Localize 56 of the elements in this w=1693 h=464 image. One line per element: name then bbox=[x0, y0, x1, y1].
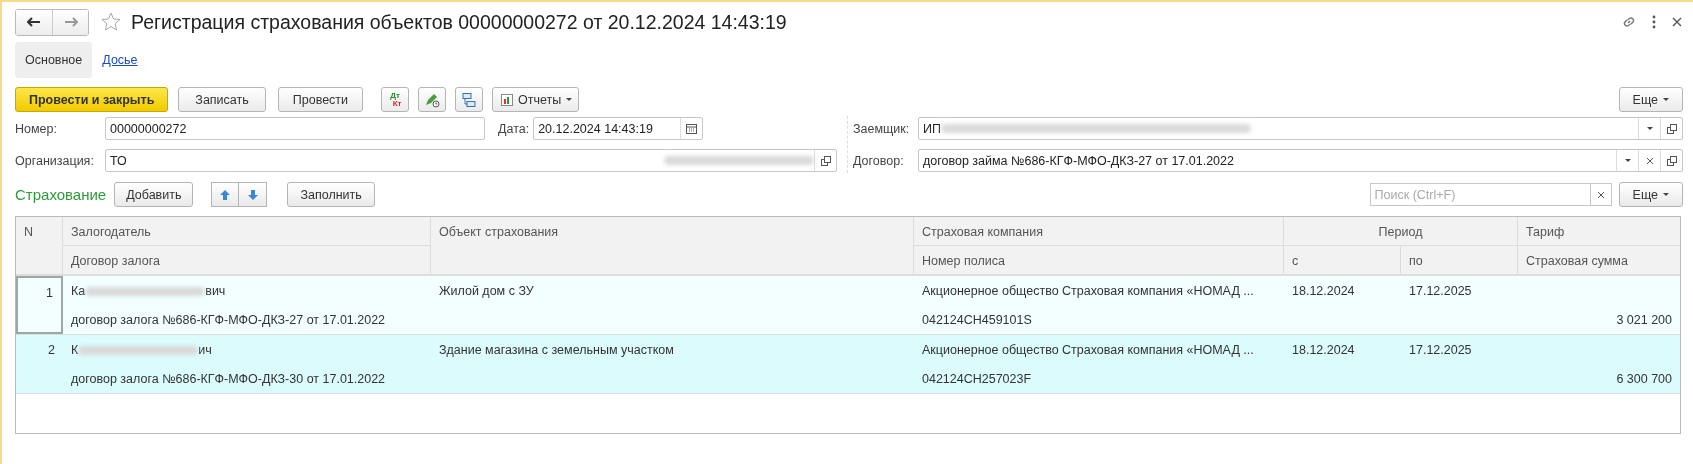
tab[interactable]: Досье bbox=[92, 42, 148, 78]
table-cell: 1 bbox=[16, 276, 63, 334]
window-title: Регистрация страхования объектов 00000000272 от 20.12.2024 14:43:19 bbox=[131, 10, 787, 34]
field-label: Дата: bbox=[498, 121, 530, 136]
column-header: Период bbox=[1284, 217, 1518, 246]
field-label: Номер: bbox=[15, 121, 58, 136]
add-button[interactable]: Добавить bbox=[114, 182, 194, 207]
borrower-field[interactable]: ИП bbox=[918, 117, 1683, 140]
field-label: Заемщик: bbox=[853, 121, 911, 136]
toolbar-button[interactable]: Провести bbox=[277, 87, 364, 112]
table-cell-text: 18.12.2024 bbox=[1291, 283, 1356, 300]
table-cell: Ка bbox=[71, 284, 86, 298]
number-field[interactable]: 00000000272 bbox=[105, 117, 485, 140]
column-header: N bbox=[16, 217, 63, 275]
organization-field[interactable]: ТО bbox=[105, 149, 837, 172]
column-header: Объект страхования bbox=[431, 217, 914, 275]
table-cell-text: 6 300 700 bbox=[1615, 371, 1673, 388]
table-cell-text: Акционерное общество Страховая компания «НОМАД ... bbox=[921, 283, 1255, 300]
reports-button[interactable]: Отчеты bbox=[492, 87, 580, 112]
search-field[interactable]: Поиск (Ctrl+F) bbox=[1369, 183, 1591, 206]
more-button[interactable]: Еще bbox=[1618, 182, 1683, 207]
column-header: Номер полиса bbox=[914, 246, 1284, 275]
field-label: Договор: bbox=[853, 153, 905, 168]
table-cell-text: договор залога №686-КГФ-МФО-ДКЗ-27 от 17.01.2022 bbox=[70, 312, 387, 329]
fill-button[interactable]: Заполнить bbox=[287, 182, 375, 207]
column-header: Страховая сумма bbox=[1518, 246, 1680, 275]
table-cell-text: 042124CH257023F bbox=[921, 371, 1033, 388]
column-header: по bbox=[1401, 246, 1518, 275]
debit-credit-button[interactable]: Дт Кт bbox=[381, 87, 410, 112]
table-cell-text: 17.12.2025 bbox=[1408, 342, 1473, 359]
date-field[interactable]: 20.12.2024 14:43:19 bbox=[533, 117, 704, 140]
table-cell-text: договор залога №686-КГФ-МФО-ДКЗ-30 от 17.01.2022 bbox=[70, 371, 387, 388]
table-cell-text: 18.12.2024 bbox=[1291, 342, 1356, 359]
table-cell-text: Жилой дом с ЗУ bbox=[438, 283, 535, 300]
column-header: Страховая компания bbox=[914, 217, 1284, 246]
table-cell-text: 3 021 200 bbox=[1615, 312, 1673, 329]
column-header: Тариф bbox=[1518, 217, 1680, 246]
field-label: Организация: bbox=[15, 153, 95, 168]
tab[interactable]: Основное bbox=[15, 42, 93, 78]
table-row[interactable]: 2 К ич Здание магазина с земельным участком Акционерное общество Страховая компания «НОМАД ... 18.12.2024 17.12.2025 договор залога №686-КГФ-МФО-ДКЗ-30 от 17.01.2022 042124CH257023F 6 300 700 bbox=[16, 335, 1680, 394]
more-button[interactable]: Еще bbox=[1618, 87, 1683, 112]
table-cell-text: 17.12.2025 bbox=[1408, 283, 1473, 300]
post-and-close-button[interactable]: Провести и закрыть bbox=[15, 87, 169, 112]
section-title: Страхование bbox=[15, 186, 107, 203]
toolbar-button[interactable]: Записать bbox=[178, 87, 266, 112]
table-cell-text: Акционерное общество Страховая компания «НОМАД ... bbox=[921, 342, 1255, 359]
contract-field[interactable]: договор займа №686-КГФ-МФО-ДКЗ-27 от 17.01.2022 bbox=[918, 149, 1683, 172]
table-cell-text: 042124CH459101S bbox=[921, 312, 1033, 329]
column-header: с bbox=[1284, 246, 1401, 275]
column-header: Залогодатель bbox=[63, 217, 431, 246]
column-header: Договор залога bbox=[63, 246, 431, 275]
table-cell: вич bbox=[205, 284, 226, 298]
table-cell-text: Здание магазина с земельным участком bbox=[438, 342, 675, 359]
table-cell: К bbox=[71, 343, 79, 357]
table-cell: ич bbox=[198, 343, 212, 357]
table-cell-text: 2 bbox=[47, 342, 56, 359]
